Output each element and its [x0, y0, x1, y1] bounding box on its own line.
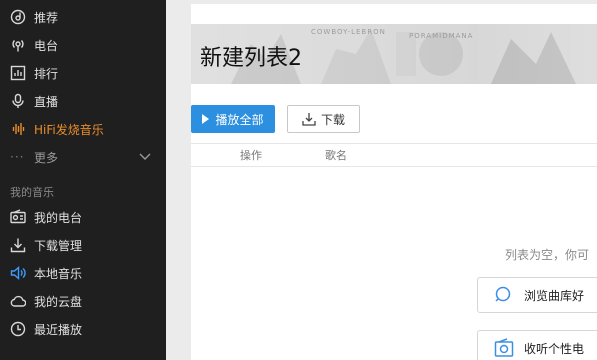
sidebar-item-label: 我的电台	[34, 210, 83, 225]
sidebar-item-my-radio[interactable]: 我的电台	[0, 204, 166, 230]
browse-library-card[interactable]: 浏览曲库好	[477, 277, 597, 313]
disc-icon	[10, 9, 26, 25]
sidebar: 推荐 电台 排行 直播 HiFi发烧音乐 ··· 更多 我的音乐 我的电台 下载…	[0, 0, 166, 360]
sidebar-item-live[interactable]: 直播	[0, 88, 166, 114]
search-icon	[495, 286, 511, 302]
sidebar-item-label: 推荐	[34, 10, 59, 25]
sidebar-item-more[interactable]: ··· 更多	[0, 144, 166, 170]
speaker-icon	[10, 265, 26, 281]
playlist-title: 新建列表2	[200, 46, 302, 71]
empty-list-message: 列表为空，你可	[505, 248, 590, 262]
sidebar-item-label: HiFi发烧音乐	[34, 122, 104, 137]
sidebar-item-label: 最近播放	[34, 322, 83, 337]
sidebar-item-chart[interactable]: 排行	[0, 60, 166, 86]
clock-icon	[10, 321, 26, 337]
download-icon	[302, 113, 316, 126]
sidebar-item-label: 排行	[34, 66, 59, 81]
column-header-actions[interactable]: 操作	[240, 147, 262, 163]
chart-icon	[10, 65, 26, 81]
sidebar-item-download[interactable]: 下载管理	[0, 232, 166, 258]
sidebar-item-recommend[interactable]: 推荐	[0, 4, 166, 30]
sidebar-item-label: 更多	[34, 150, 59, 165]
card-label: 收听个性电	[524, 341, 585, 356]
radio-icon	[494, 338, 514, 357]
banner-watermark: PORAMIDMANA	[409, 32, 474, 40]
sidebar-item-label: 直播	[34, 94, 59, 109]
cloud-icon	[10, 293, 26, 309]
download-icon	[10, 237, 26, 253]
sidebar-item-hifi[interactable]: HiFi发烧音乐	[0, 116, 166, 142]
microphone-icon	[10, 93, 26, 109]
more-dots-icon: ···	[10, 150, 25, 164]
chevron-down-icon	[138, 149, 152, 166]
card-label: 浏览曲库好	[524, 288, 585, 303]
sidebar-item-recent[interactable]: 最近播放	[0, 316, 166, 342]
sidebar-item-label: 电台	[34, 38, 59, 53]
sidebar-item-label: 本地音乐	[34, 266, 83, 281]
download-button[interactable]: 下载	[287, 105, 360, 133]
download-label: 下载	[320, 112, 345, 127]
sidebar-item-cloud[interactable]: 我的云盘	[0, 288, 166, 314]
column-header-song-name[interactable]: 歌名	[325, 147, 347, 163]
personal-radio-card[interactable]: 收听个性电	[477, 330, 597, 360]
sidebar-item-label: 下载管理	[34, 238, 83, 253]
play-all-label: 播放全部	[215, 112, 264, 127]
sidebar-item-local-music[interactable]: 本地音乐	[0, 260, 166, 286]
radio-icon	[10, 37, 26, 53]
table-header-divider	[191, 166, 597, 167]
sidebar-item-radio[interactable]: 电台	[0, 32, 166, 58]
sidebar-section-title: 我的音乐	[10, 186, 54, 199]
play-icon	[202, 114, 210, 124]
play-all-button[interactable]: 播放全部	[191, 105, 275, 133]
banner-watermark: COWBOY-LEBRON	[311, 28, 386, 36]
sidebar-item-label: 我的云盘	[34, 294, 83, 309]
table-header-divider	[191, 143, 597, 144]
radio-box-icon	[10, 209, 26, 225]
soundwave-icon	[10, 121, 26, 137]
